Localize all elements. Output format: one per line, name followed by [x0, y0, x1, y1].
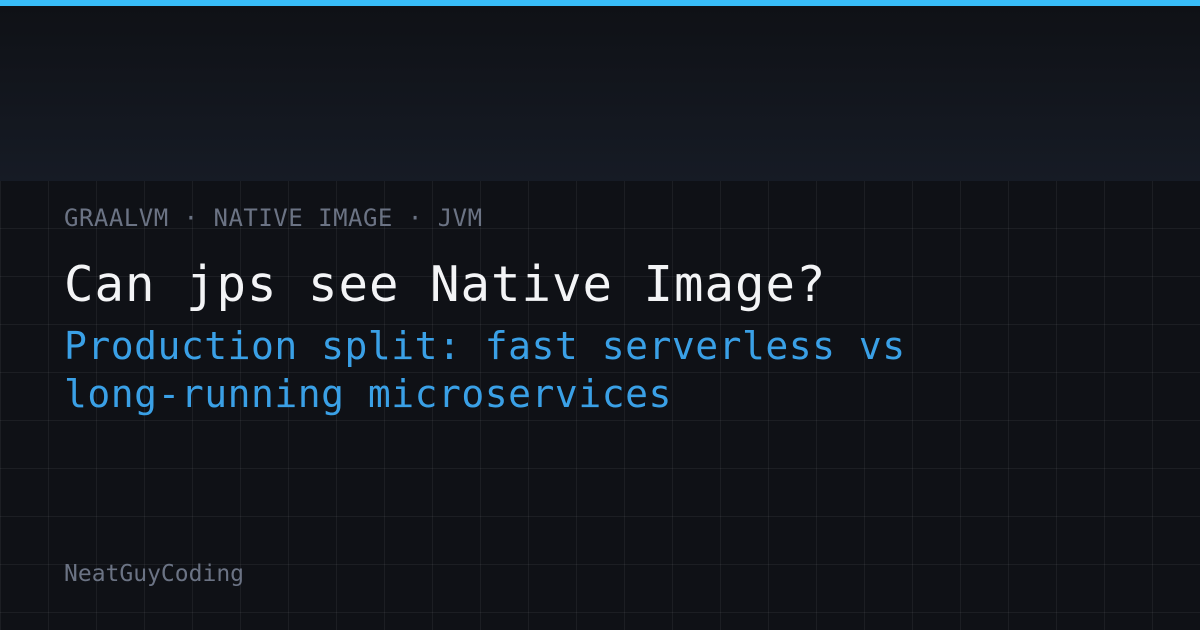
page-title: Can jps see Native Image? — [64, 256, 827, 313]
social-card: GRAALVM · NATIVE IMAGE · JVM Can jps see… — [0, 0, 1200, 630]
brand-name: NeatGuyCoding — [64, 561, 245, 587]
subtitle: Production split: fast serverless vs lon… — [64, 322, 1064, 418]
header-band — [0, 6, 1200, 181]
subtitle-line-1: Production split: fast serverless vs — [64, 324, 906, 368]
subtitle-line-2: long-running microservices — [64, 372, 672, 416]
tag-line: GRAALVM · NATIVE IMAGE · JVM — [64, 204, 483, 232]
